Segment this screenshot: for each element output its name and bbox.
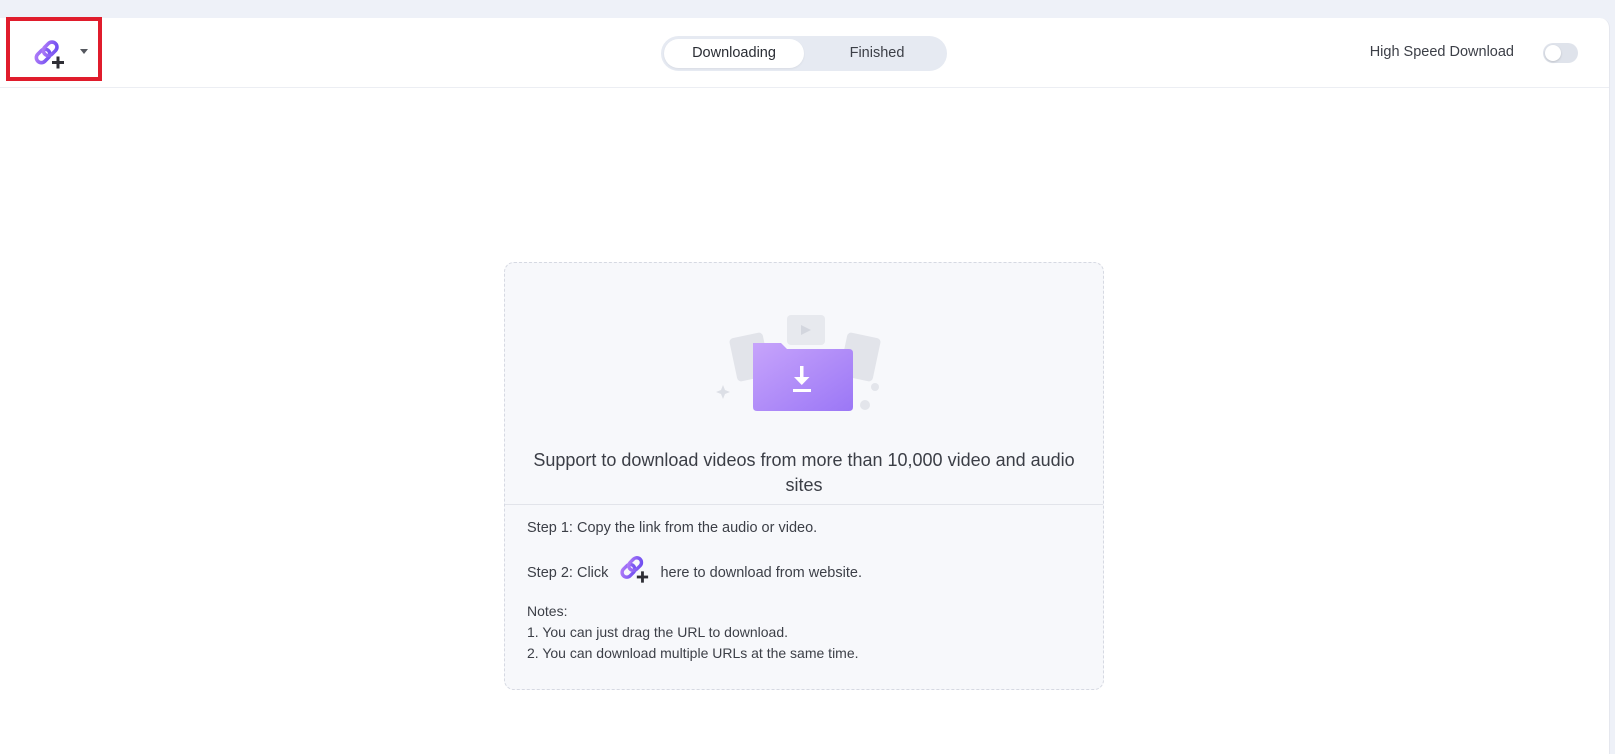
step-2-prefix: Step 2: Click <box>527 564 609 581</box>
step-2-text: Step 2: Click here to download from webs… <box>527 556 862 585</box>
caret-down-icon[interactable] <box>78 45 90 57</box>
toolbar: Downloading Finished High Speed Download <box>0 17 1609 88</box>
tab-finished[interactable]: Finished <box>811 39 943 68</box>
tab-switcher: Downloading Finished <box>661 36 947 71</box>
folder-download-icon <box>716 315 881 411</box>
divider <box>505 504 1103 505</box>
link-plus-icon <box>620 556 649 583</box>
link-plus-icon <box>34 40 64 69</box>
high-speed-toggle[interactable] <box>1543 43 1578 63</box>
note-item: 2. You can download multiple URLs at the… <box>527 645 859 661</box>
empty-state-headline: Support to download videos from more tha… <box>533 450 1075 495</box>
add-url-button[interactable] <box>6 17 102 81</box>
notes: Notes: 1. You can just drag the URL to d… <box>527 601 859 664</box>
step-2-suffix: here to download from website. <box>660 564 862 581</box>
step-1-text: Step 1: Copy the link from the audio or … <box>527 520 818 536</box>
tab-downloading[interactable]: Downloading <box>664 39 804 68</box>
high-speed-label: High Speed Download <box>1369 44 1514 60</box>
toggle-knob <box>1545 45 1561 61</box>
notes-title: Notes: <box>527 603 568 619</box>
app-window: Downloading Finished High Speed Download <box>0 17 1610 754</box>
empty-state-card: Support to download videos from more tha… <box>504 262 1104 690</box>
note-item: 1. You can just drag the URL to download… <box>527 624 788 640</box>
